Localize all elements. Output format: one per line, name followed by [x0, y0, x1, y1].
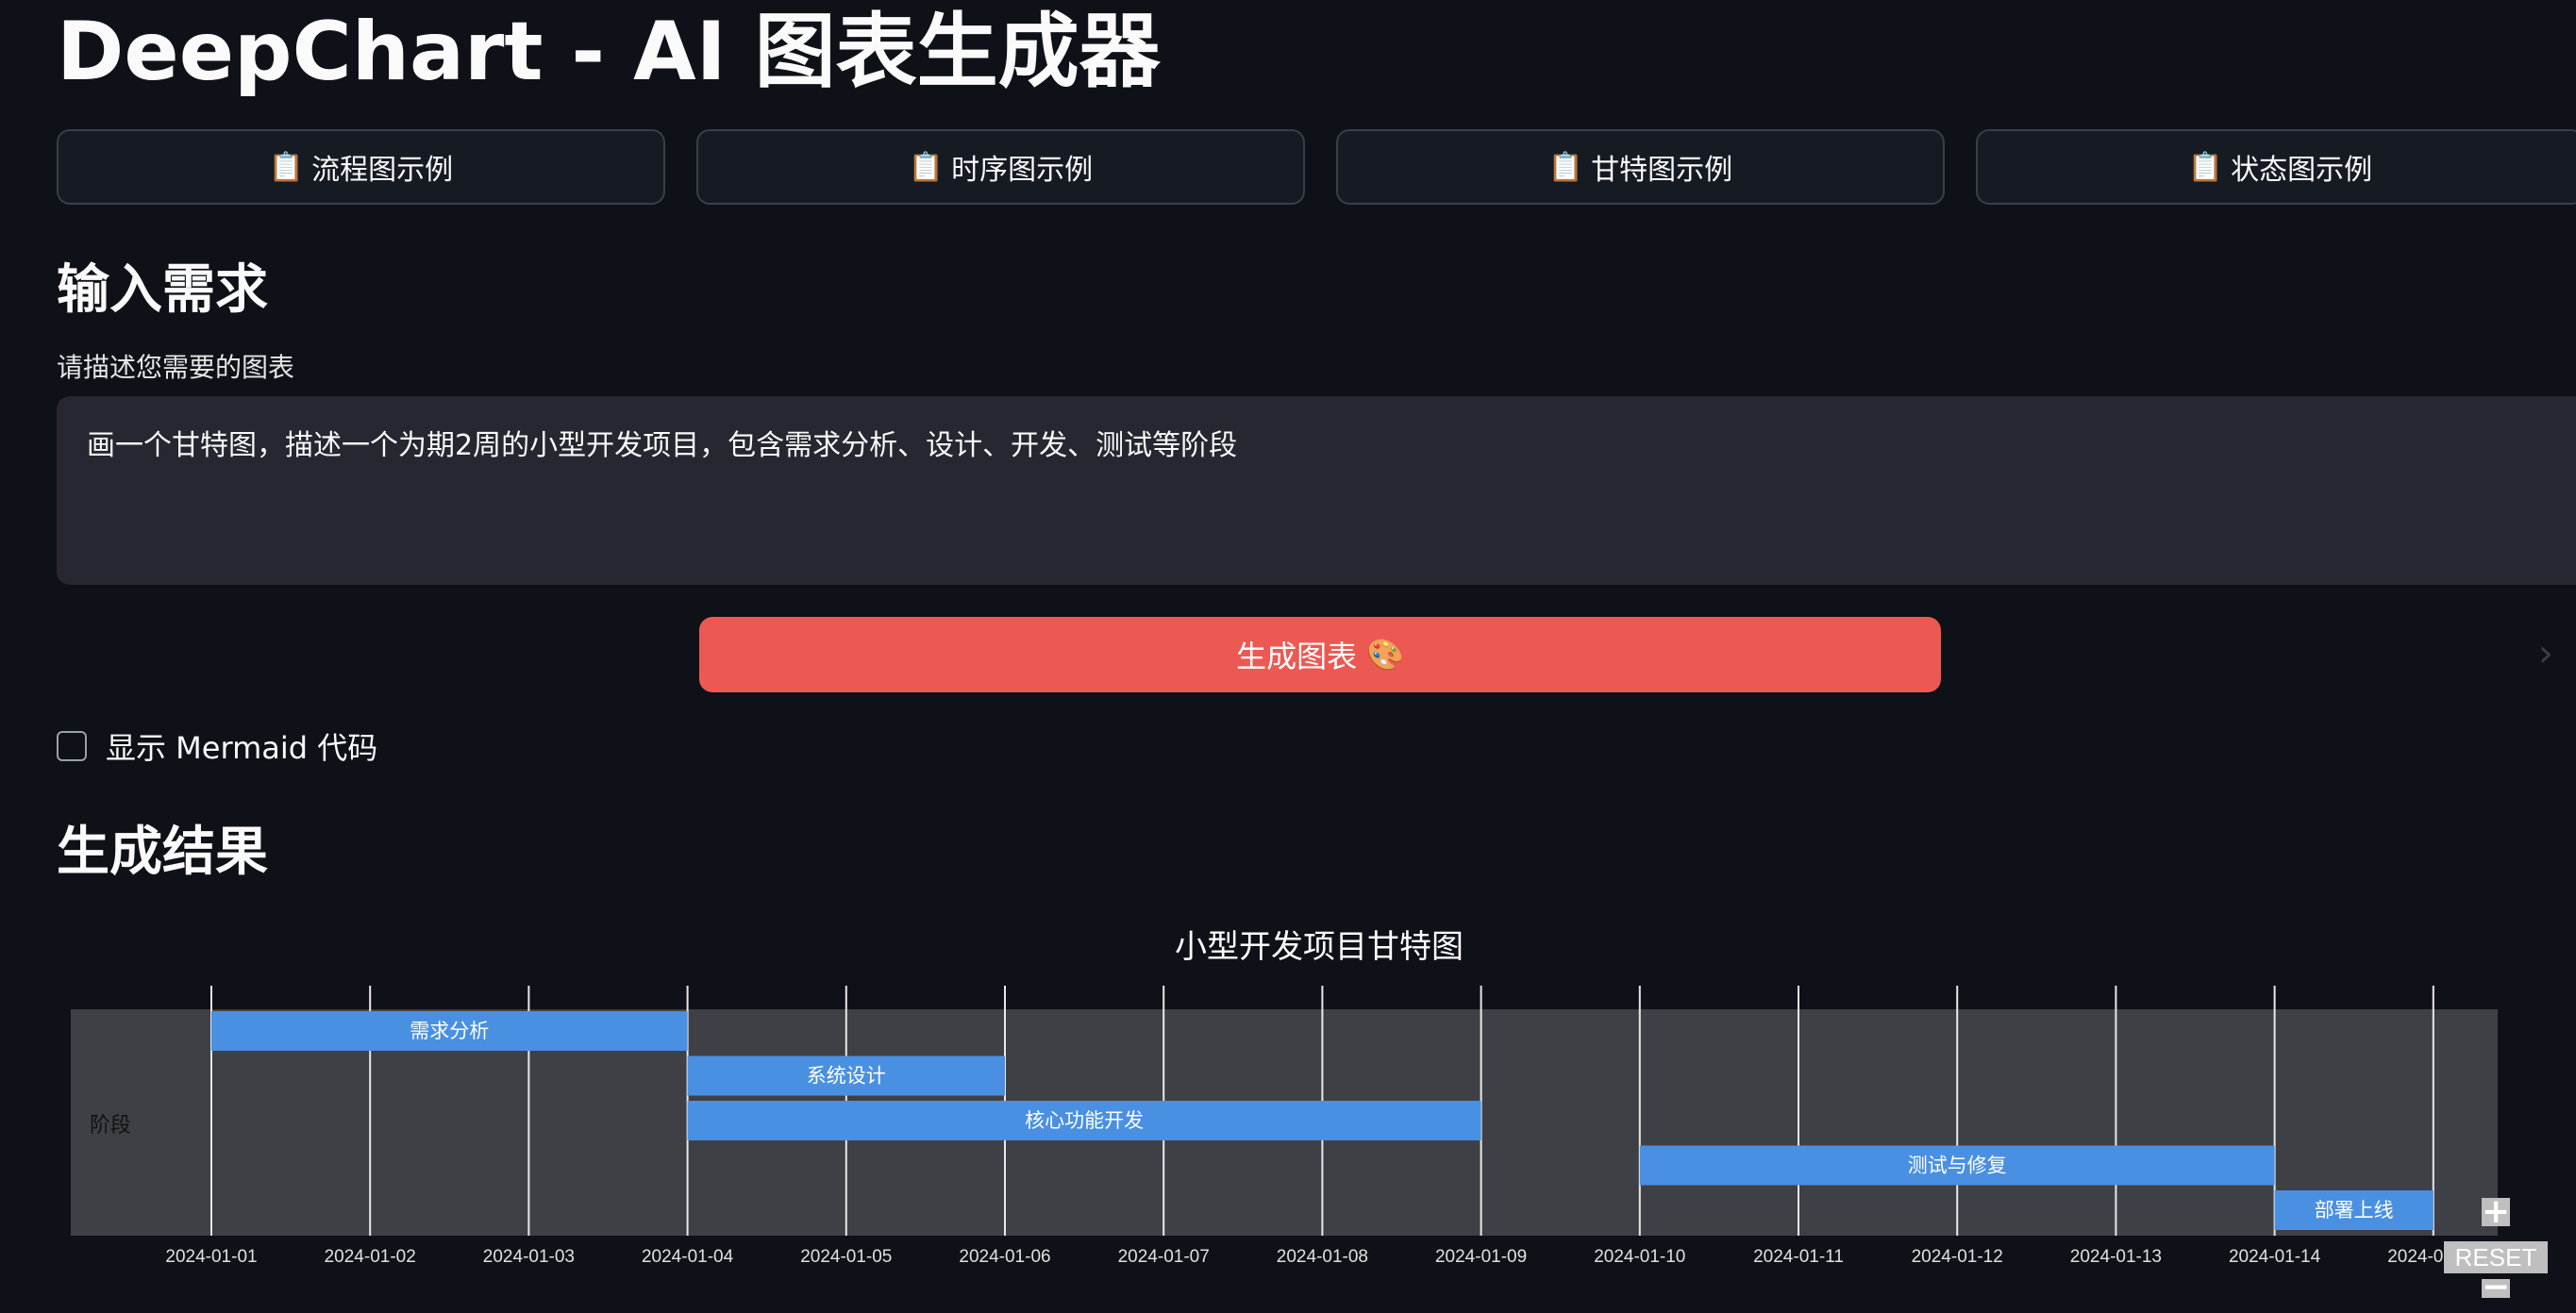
x-tick-label: 2024-01-02 — [325, 1247, 416, 1267]
x-tick-label: 2024-01-13 — [2070, 1247, 2162, 1267]
x-tick-label: 2024-01-10 — [1594, 1247, 1685, 1267]
x-tick-label: 2024-01-12 — [1912, 1247, 2003, 1267]
gantt-chart-svg: 小型开发项目甘特图阶段 2024-01-01 2024-01-02 2024-01-0… — [71, 928, 2498, 1267]
task-label: 核心功能开发 — [1025, 1109, 1144, 1132]
x-tick-label: 2024-01-03 — [483, 1247, 575, 1267]
show-code-checkbox[interactable] — [57, 731, 87, 761]
x-tick-label: 2024-01-04 — [642, 1247, 734, 1267]
show-code-label: 显示 Mermaid 代码 — [106, 730, 378, 766]
x-tick-label: 2024-01-08 — [1277, 1247, 1368, 1267]
task-label: 系统设计 — [807, 1065, 886, 1088]
task-label: 需求分析 — [410, 1020, 489, 1042]
example-button-label: 甘特图示例 — [1591, 154, 1733, 187]
input-section-heading: 输入需求 — [57, 259, 268, 321]
example-button-label: 流程图示例 — [311, 154, 454, 187]
section-label: 阶段 — [90, 1114, 131, 1138]
x-tick-label: 2024-01-05 — [800, 1247, 892, 1267]
x-tick-label: 2024-01-11 — [1753, 1247, 1844, 1267]
result-section-heading: 生成结果 — [57, 822, 268, 883]
clipboard-icon: 📋 — [2187, 150, 2224, 184]
state-example-button[interactable]: 📋 状态图示例 — [1976, 129, 2576, 205]
show-code-row[interactable]: 显示 Mermaid 代码 — [57, 724, 377, 768]
clipboard-icon: 📋 — [268, 150, 305, 184]
app-page: DeepChart - AI 图表生成器 📋 流程图示例 📋 时序图示例 📋 甘… — [0, 0, 2576, 1313]
x-tick-label: 2024-01-01 — [165, 1247, 257, 1267]
clipboard-icon: 📋 — [908, 150, 945, 184]
flowchart-example-button[interactable]: 📋 流程图示例 — [57, 129, 665, 205]
zoom-out-button[interactable]: − — [2482, 1271, 2510, 1305]
example-button-label: 状态图示例 — [2231, 154, 2373, 187]
x-tick-label: 2024-01-06 — [959, 1247, 1050, 1267]
requirement-textarea[interactable]: 画一个甘特图，描述一个为期2周的小型开发项目，包含需求分析、设计、开发、测试等阶… — [57, 396, 2576, 585]
generate-button-label: 生成图表 — [1236, 639, 1358, 674]
chevron-right-icon: › — [2538, 632, 2553, 675]
task-label: 部署上线 — [2315, 1199, 2394, 1222]
sequence-example-button[interactable]: 📋 时序图示例 — [696, 129, 1305, 205]
task-label: 测试与修复 — [1908, 1155, 2007, 1177]
gantt-chart: 小型开发项目甘特图阶段 2024-01-01 2024-01-02 2024-01-0… — [0, 906, 2576, 1313]
palette-icon: 🎨 — [1366, 637, 1404, 673]
x-tick-label: 2024-01-14 — [2229, 1247, 2321, 1267]
generate-chart-button[interactable]: 生成图表 🎨 — [699, 617, 1941, 692]
input-field-label: 请描述您需要的图表 — [57, 352, 295, 383]
x-tick-label: 2024-01-09 — [1435, 1247, 1527, 1267]
clipboard-icon: 📋 — [1547, 150, 1584, 184]
chart-title: 小型开发项目甘特图 — [1175, 928, 1464, 966]
x-tick-label: 2024-01-07 — [1118, 1247, 1210, 1267]
example-button-label: 时序图示例 — [951, 154, 1094, 187]
gantt-example-button[interactable]: 📋 甘特图示例 — [1336, 129, 1945, 205]
zoom-in-button[interactable]: + — [2482, 1195, 2510, 1229]
app-title: DeepChart - AI 图表生成器 — [57, 5, 1161, 99]
